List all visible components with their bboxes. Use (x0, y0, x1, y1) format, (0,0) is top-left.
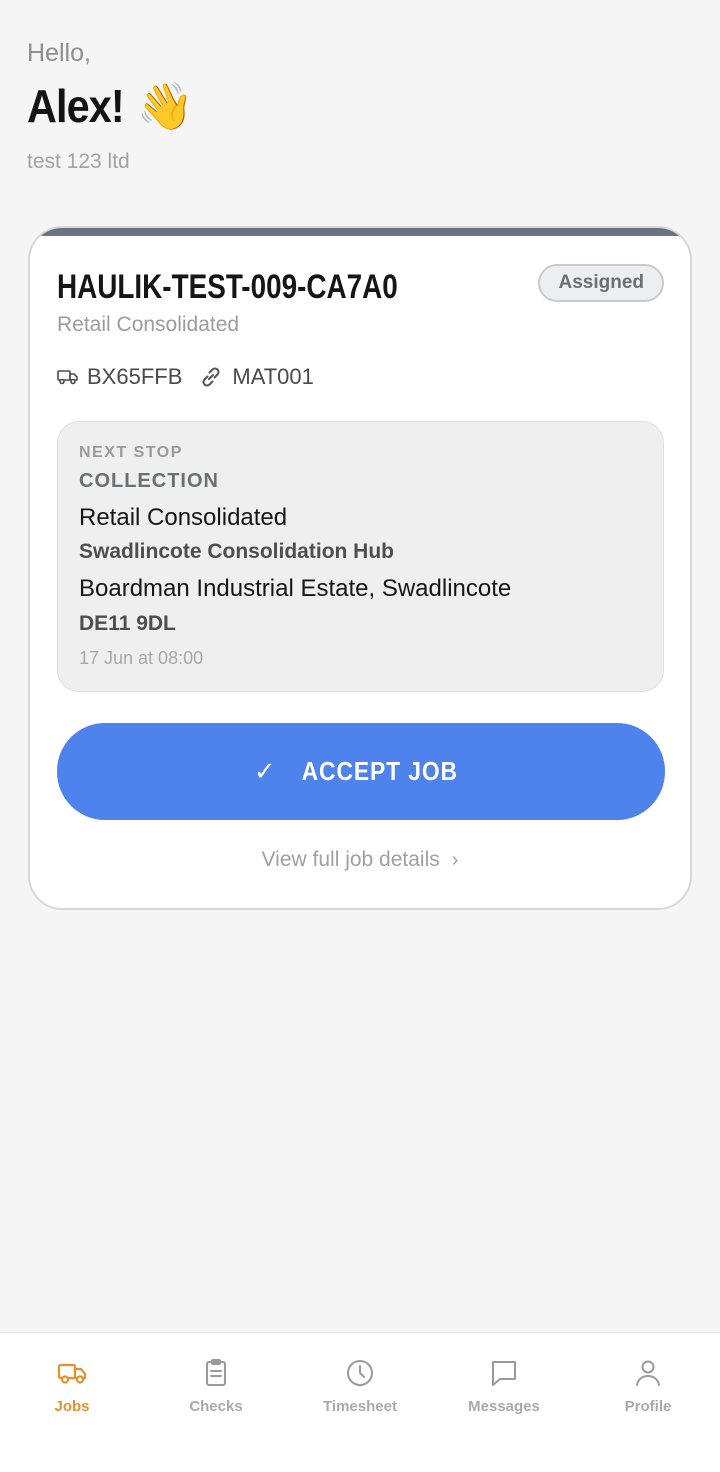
greeting: Hello, Alex! 👋 test 123 ltd (27, 36, 194, 174)
truck-icon (57, 369, 79, 385)
chevron-right-icon: › (451, 849, 459, 871)
stop-name: Retail Consolidated (79, 504, 288, 531)
stop-address: Boardman Industrial Estate, Swadlincote (79, 575, 512, 602)
greeting-name-row: Alex! 👋 (27, 76, 194, 136)
tab-profile[interactable]: Profile (576, 1333, 720, 1472)
waving-hand-icon: 👋 (136, 79, 194, 132)
trailer-code: MAT001 (232, 364, 314, 389)
check-icon: ✓ (253, 756, 277, 786)
tab-label: Profile (624, 1398, 672, 1415)
accept-job-label: ACCEPT JOB (301, 756, 458, 786)
tab-label: Jobs (54, 1398, 90, 1415)
tab-label: Checks (189, 1398, 243, 1415)
bottom-tab-bar: Jobs Checks Timesheet Messages Profile (0, 1332, 720, 1472)
job-meta-row: BX65FFB MAT001 (57, 364, 314, 390)
clock-icon (347, 1360, 373, 1386)
tab-jobs[interactable]: Jobs (0, 1333, 144, 1472)
status-badge: Assigned (538, 264, 664, 302)
stop-site: Swadlincote Consolidation Hub (79, 540, 394, 563)
vehicle-registration: BX65FFB (87, 364, 183, 389)
link-icon (198, 364, 224, 390)
tab-checks[interactable]: Checks (144, 1333, 288, 1472)
job-client: Retail Consolidated (57, 313, 240, 336)
stop-type: COLLECTION (79, 470, 219, 492)
tab-label: Timesheet (323, 1398, 397, 1415)
job-card-status-bar (30, 228, 690, 236)
company-name: test 123 ltd (27, 150, 130, 173)
next-stop-label: NEXT STOP (79, 444, 183, 461)
user-icon (636, 1360, 660, 1386)
tab-messages[interactable]: Messages (432, 1333, 576, 1472)
stop-postcode: DE11 9DL (79, 612, 176, 635)
tab-label: Messages (468, 1398, 540, 1415)
next-stop-panel: NEXT STOP COLLECTION Retail Consolidated… (57, 421, 664, 692)
view-job-details-link[interactable]: View full job details › (30, 848, 690, 872)
clipboard-icon (206, 1359, 226, 1386)
truck-icon (57, 1363, 87, 1384)
accept-job-button[interactable]: ✓ ACCEPT JOB (57, 723, 665, 820)
greeting-hello: Hello, (27, 39, 91, 67)
job-id: HAULIK-TEST-009-CA7A0 (57, 268, 398, 306)
jobs-screen: Hello, Alex! 👋 test 123 ltd HAULIK-TEST-… (0, 0, 720, 1472)
tab-timesheet[interactable]: Timesheet (288, 1333, 432, 1472)
stop-time: 17 Jun at 08:00 (79, 648, 204, 668)
view-job-details-label: View full job details (261, 848, 440, 871)
chat-bubble-icon (492, 1361, 516, 1386)
user-name: Alex! (27, 80, 125, 132)
job-card[interactable]: HAULIK-TEST-009-CA7A0 Retail Consolidate… (28, 226, 692, 910)
